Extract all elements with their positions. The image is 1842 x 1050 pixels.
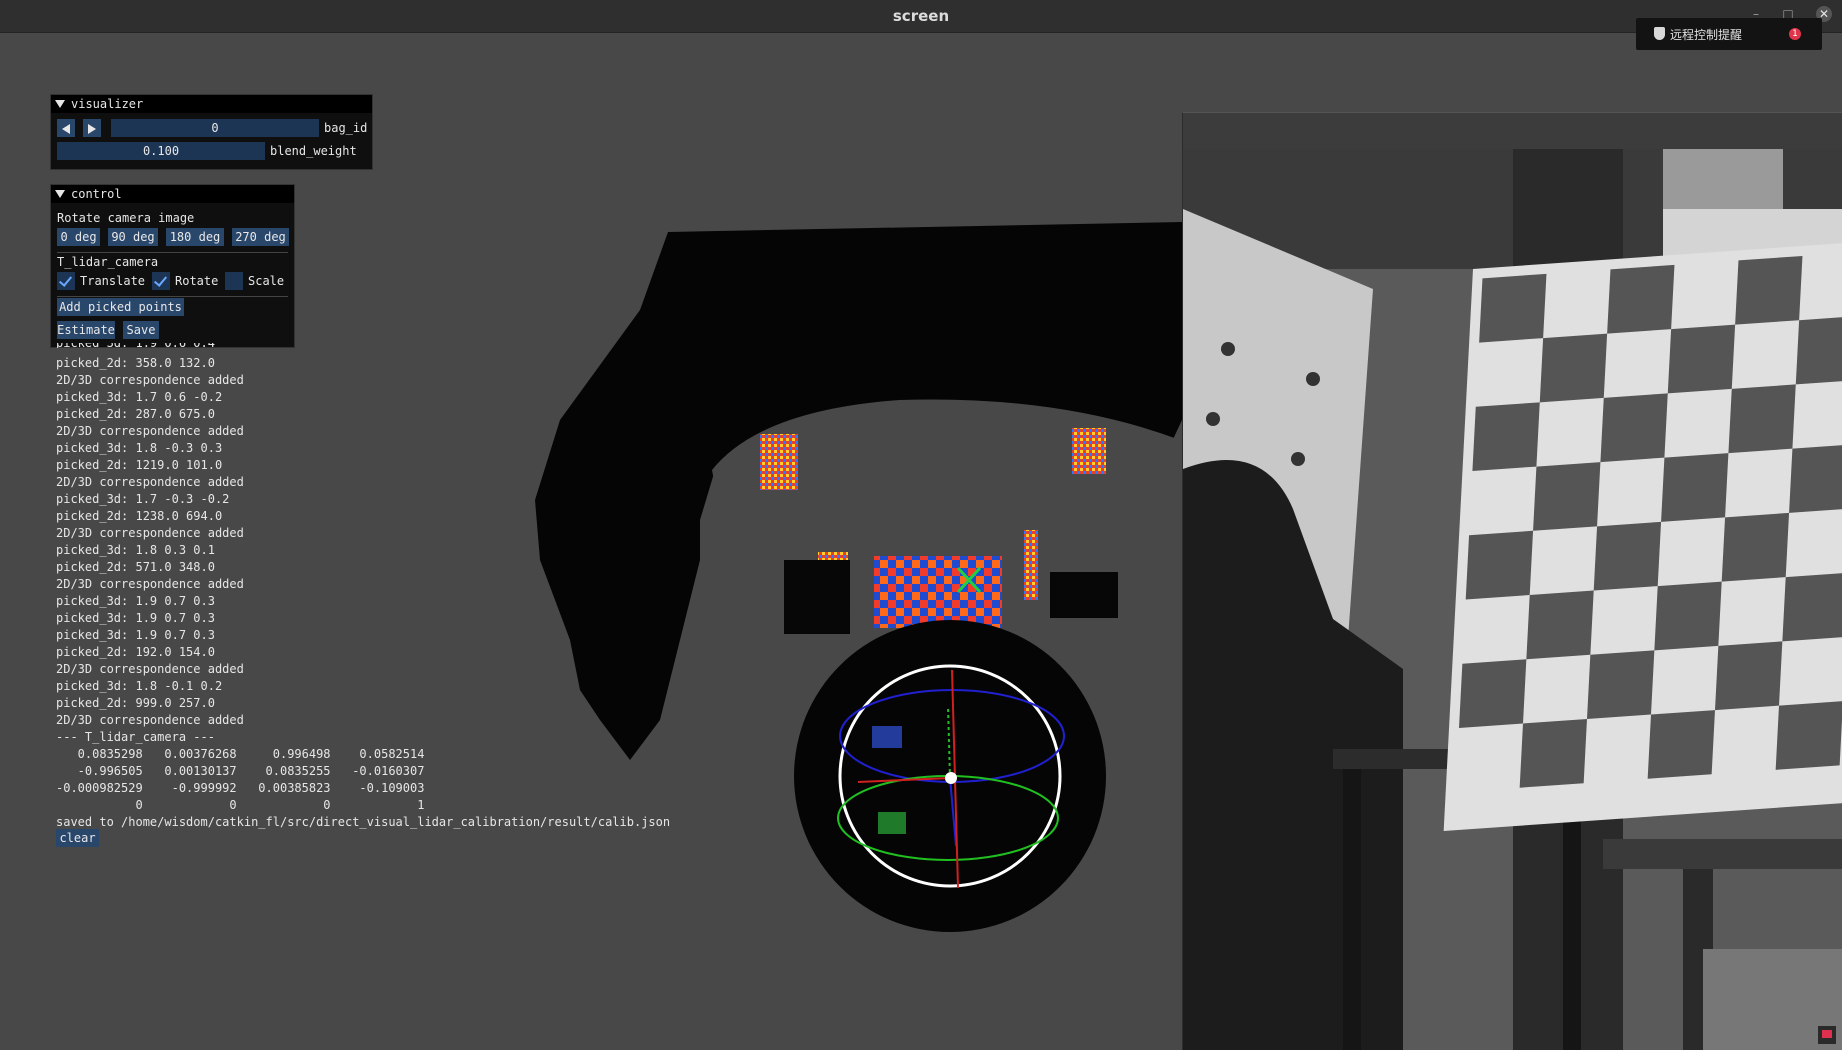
object-post: [1024, 530, 1038, 600]
log-line: picked_2d: 358.0 132.0: [56, 356, 215, 370]
bag-id-slider[interactable]: 0: [111, 119, 319, 137]
checkmark-icon: [153, 273, 168, 287]
control-header[interactable]: control: [51, 185, 294, 203]
rotate-label: Rotate: [175, 274, 219, 288]
separator: [57, 296, 288, 297]
estimate-button[interactable]: Estimate: [57, 321, 115, 339]
object-left: [760, 434, 798, 490]
log-line: 2D/3D correspondence added: [56, 475, 244, 489]
checkerboard: [1443, 241, 1842, 832]
bag-id-label: bag_id: [324, 121, 368, 135]
log-line: 0 0 0 1: [56, 798, 425, 812]
notification-badge: 1: [1789, 28, 1801, 40]
window-title: screen: [892, 7, 950, 25]
checkmark-icon: [58, 273, 73, 287]
log-line: -0.000982529 -0.999992 0.00385823 -0.109…: [56, 781, 425, 795]
log-line: 0.0835298 0.00376268 0.996498 0.0582514: [56, 747, 425, 761]
scale-checkbox[interactable]: [225, 272, 243, 290]
blend-weight-label: blend_weight: [270, 144, 357, 158]
log-line: picked_3d: 1.7 -0.3 -0.2: [56, 492, 230, 506]
clear-button[interactable]: clear: [56, 829, 99, 847]
log-line: picked_2d: 192.0 154.0: [56, 645, 215, 659]
log-line: picked_2d: 1219.0 101.0: [56, 458, 223, 472]
object-dark-left: [784, 560, 850, 634]
camera-image[interactable]: [1183, 149, 1842, 1050]
object-dark-right: [1050, 572, 1118, 618]
log-line: picked_3d: 1.9 0.7 0.3: [56, 628, 215, 642]
log-line: picked_3d: 1.7 0.6 -0.2: [56, 390, 223, 404]
collapse-icon: [55, 189, 65, 198]
flag-icon[interactable]: [1818, 1026, 1836, 1044]
visualizer-title: visualizer: [71, 97, 144, 111]
blend-weight-slider[interactable]: 0.100: [57, 142, 265, 160]
log-line: 2D/3D correspondence added: [56, 424, 244, 438]
gizmo-sphere: [794, 620, 1106, 932]
picked-point-marker: [956, 566, 982, 594]
remote-control-text: 远程控制提醒: [1670, 28, 1743, 42]
rotate-checkbox[interactable]: [152, 272, 170, 290]
gizmo-ring-white: [838, 664, 1062, 888]
gizmo-blue-plane: [872, 726, 902, 748]
gizmo-axis-z: [949, 777, 957, 847]
gizmo-green-plane: [878, 812, 906, 834]
collapse-icon: [55, 99, 65, 108]
gizmo-axis-y: [947, 705, 951, 779]
translate-label: Translate: [80, 274, 146, 288]
log-line: 2D/3D correspondence added: [56, 713, 244, 727]
object-small: [818, 552, 848, 582]
control-window: control Rotate camera image 0 deg 90 deg…: [50, 184, 295, 348]
log-line: picked_2d: 1238.0 694.0: [56, 509, 223, 523]
visualizer-window: visualizer 0 bag_id 0.100 blend_weight: [50, 94, 373, 170]
gizmo-axis-red-vertical: [951, 669, 959, 889]
rotate-270-button[interactable]: 270 deg: [232, 228, 289, 246]
gizmo-center: [945, 772, 957, 784]
rotate-0-button[interactable]: 0 deg: [57, 228, 100, 246]
log-line: picked_2d: 999.0 257.0: [56, 696, 215, 710]
control-title: control: [71, 187, 122, 201]
triangle-left-icon: [62, 123, 70, 134]
camera-window-header[interactable]: [1183, 113, 1842, 149]
log-line: picked_3d: 1.8 -0.3 0.3: [56, 441, 223, 455]
rotate-90-button[interactable]: 90 deg: [108, 228, 158, 246]
log-line: picked_3d: 1.8 -0.1 0.2: [56, 679, 223, 693]
title-bar: screen – □ ✕: [0, 0, 1842, 33]
triangle-right-icon: [88, 123, 96, 134]
scale-label: Scale: [248, 274, 285, 288]
remote-control-reminder[interactable]: 远程控制提醒 1: [1636, 18, 1822, 50]
object-right: [1072, 428, 1106, 474]
rotate-180-button[interactable]: 180 deg: [166, 228, 224, 246]
log-line: picked_2d: 287.0 675.0: [56, 407, 215, 421]
prev-bag-button[interactable]: [57, 119, 75, 137]
add-picked-points-button[interactable]: Add picked points: [57, 298, 184, 316]
next-bag-button[interactable]: [83, 119, 101, 137]
gizmo-axis-x: [857, 777, 951, 783]
log-line: picked_2d: 571.0 348.0: [56, 560, 215, 574]
log-line: 2D/3D correspondence added: [56, 526, 244, 540]
log-line: 2D/3D correspondence added: [56, 577, 244, 591]
log-line: picked_3d: 1.9 0.7 0.3: [56, 594, 215, 608]
translate-checkbox[interactable]: [57, 272, 75, 290]
camera-image-window: [1182, 112, 1842, 1050]
log-line: -0.996505 0.00130137 0.0835255 -0.016030…: [56, 764, 425, 778]
gizmo-ring-green: [837, 775, 1059, 861]
t-lidar-camera-label: T_lidar_camera: [57, 255, 159, 269]
rotate-camera-label: Rotate camera image: [57, 211, 195, 225]
shield-icon: [1654, 27, 1665, 40]
log-line: saved to /home/wisdom/catkin_fl/src/dire…: [56, 815, 671, 829]
log-output: picked_2d: 358.0 132.0 2D/3D corresponde…: [56, 338, 696, 831]
checkerboard-cloud: [874, 556, 1002, 628]
log-line: picked_3d: 1.9 0.7 0.3: [56, 611, 215, 625]
save-button[interactable]: Save: [123, 321, 159, 339]
log-line: 2D/3D correspondence added: [56, 662, 244, 676]
point-cloud-floor: [712, 399, 1180, 640]
flag-shape: [1822, 1030, 1832, 1038]
log-line: picked_3d: 1.8 0.3 0.1: [56, 543, 215, 557]
visualizer-header[interactable]: visualizer: [51, 95, 372, 113]
log-line: 2D/3D correspondence added: [56, 373, 244, 387]
gizmo-ring-blue: [839, 689, 1065, 783]
log-line: --- T_lidar_camera ---: [56, 730, 215, 744]
